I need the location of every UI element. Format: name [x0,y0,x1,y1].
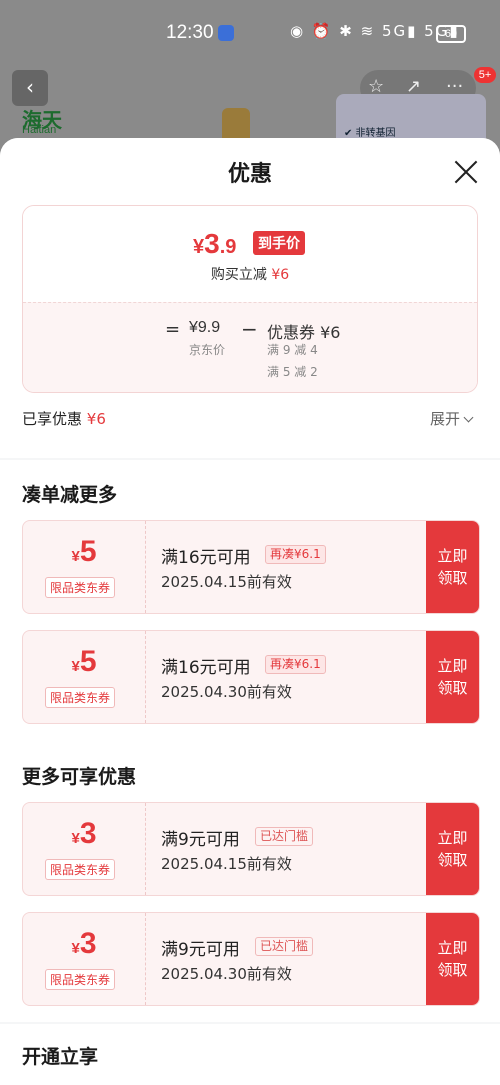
coupon-rule: 满 5 减 2 [267,365,318,379]
coupon-value-area: ¥5 限品类东券 [23,521,146,613]
message-badge: 5+ [474,67,496,83]
claim-button[interactable]: 立即 领取 [426,803,479,895]
coupon-number: 5 [79,645,97,678]
final-price-area: ¥3.9 到手价 购买立减 ¥6 [23,206,477,302]
coupon-expiry: 2025.04.30前有效 [161,965,292,983]
status-time: 12:30 [166,22,214,43]
claim-label-line1: 立即 [437,657,468,675]
coupon-amount: ¥3 [23,927,145,961]
price-decimal: .9 [219,236,237,258]
coupon-condition: 满16元可用 [161,548,251,568]
location-icon [218,25,234,41]
coupon-expiry: 2025.04.15前有效 [161,573,292,591]
instant-discount-value: ¥6 [271,267,290,283]
price-integer: 3 [204,228,220,259]
sheet-title: 优惠 [227,162,272,187]
coupon-expiry: 2025.04.30前有效 [161,683,292,701]
claim-button[interactable]: 立即 领取 [426,913,479,1005]
claim-button[interactable]: 立即 领取 [426,521,479,613]
saved-summary: 已享优惠 ¥6 [22,408,106,429]
status-bar: 12:30 ◉ ⏰ ✱ ≋ 5G▮ 5G▮ 69 [0,0,500,68]
coupon-card: ¥3 限品类东券 满9元可用 已达门槛 2025.04.30前有效 立即领取 [22,912,480,1006]
coupon-condition: 满16元可用 [161,658,251,678]
brand-logo-en: Haitian [22,124,57,136]
discount-sheet: 优惠 ¥3.9 到手价 购买立减 ¥6 = ¥9.9 京东价 − 优惠券 ¥6 … [0,138,500,1085]
section-title: 更多可享优惠 [22,766,137,788]
section-member-discount: 开通立享 [0,1024,500,1085]
coupon-value-area: ¥3 限品类东券 [23,913,146,1005]
coupon-badge: 再凑¥6.1 [265,545,326,564]
saved-label: 已享优惠 [22,410,83,428]
coupon-expiry: 2025.04.15前有效 [161,855,292,873]
coupon-type-tag: 限品类东券 [45,859,116,880]
instant-discount-label: 购买立减 [210,267,267,283]
saved-value: ¥6 [86,410,106,428]
thumbnail-text: ✔ 非转基因 [344,128,396,139]
coupon-currency: ¥ [71,940,80,957]
minus-sign: − [241,317,258,341]
section-title: 凑单减更多 [22,484,118,506]
claim-label-line2: 领取 [437,851,468,869]
coupon-type-tag: 限品类东券 [45,577,116,598]
coupon-amount: ¥3 [23,817,145,851]
coupon-currency: ¥ [71,830,80,847]
coupon-amount: ¥5 [23,535,145,569]
jd-price: ¥9.9 [189,319,221,336]
section-more-discount: 凑单减更多 ¥5 限品类东券 满16元可用 再凑¥6.1 2025.04.15前… [0,460,500,742]
coupon-type-tag: 限品类东券 [45,969,116,990]
coupon-rule: 满 9 减 4 [267,343,318,357]
claim-label-line2: 领取 [437,679,468,697]
coupon-card: ¥5 限品类东券 满16元可用 再凑¥6.1 2025.04.15前有效 立即领… [22,520,480,614]
expand-button[interactable]: 展开 [430,408,474,429]
section-title: 开通立享 [22,1046,99,1068]
expand-label: 展开 [430,410,461,428]
claim-label-line1: 立即 [437,939,468,957]
claim-button[interactable]: 立即 领取 [426,631,479,723]
claim-label-line1: 立即 [437,547,468,565]
coupon-badge: 已达门槛 [255,937,314,956]
coupon-amount: ¥5 [23,645,145,679]
close-icon[interactable] [452,158,480,186]
coupon-type-tag: 限品类东券 [45,687,116,708]
price-card: ¥3.9 到手价 购买立减 ¥6 = ¥9.9 京东价 − 优惠券 ¥6 满 9… [22,205,478,393]
coupon-card: ¥5 限品类东券 满16元可用 再凑¥6.1 2025.04.30前有效 立即领… [22,630,480,724]
equals-sign: = [165,319,181,340]
final-price-tag: 到手价 [253,231,305,255]
battery-icon: 69 [436,25,466,43]
sheet-header: 优惠 ¥3.9 到手价 购买立减 ¥6 = ¥9.9 京东价 − 优惠券 ¥6 … [0,138,500,458]
coupon-card: ¥3 限品类东券 满9元可用 已达门槛 2025.04.15前有效 立即领取 [22,802,480,896]
final-price: ¥3.9 [193,228,236,260]
coupon-value-area: ¥5 限品类东券 [23,631,146,723]
claim-label-line1: 立即 [437,829,468,847]
coupon-badge: 再凑¥6.1 [265,655,326,674]
coupon-currency: ¥ [71,548,80,565]
back-icon[interactable]: ‹ [12,70,48,106]
coupon-number: 3 [79,817,97,850]
price-currency: ¥ [193,236,205,258]
coupon-currency: ¥ [71,658,80,675]
claim-label-line2: 领取 [437,569,468,587]
coupon-badge: 已达门槛 [255,827,314,846]
coupon-number: 5 [79,535,97,568]
status-icons: ◉ ⏰ ✱ ≋ 5G▮ 5G▮ [290,22,460,40]
instant-discount: 购买立减 ¥6 [23,264,477,284]
coupon-condition: 满9元可用 [161,830,240,850]
coupon-condition: 满9元可用 [161,940,240,960]
section-available-discount: 更多可享优惠 ¥3 限品类东券 满9元可用 已达门槛 2025.04.15前有效… [0,742,500,1022]
chevron-down-icon [463,412,474,423]
coupon-number: 3 [79,927,97,960]
coupon-total: 优惠券 ¥6 [267,323,341,342]
price-calculation: = ¥9.9 京东价 − 优惠券 ¥6 满 9 减 4 满 5 减 2 [23,302,477,392]
jd-price-label: 京东价 [189,343,226,357]
coupon-value-area: ¥3 限品类东券 [23,803,146,895]
claim-label-line2: 领取 [437,961,468,979]
